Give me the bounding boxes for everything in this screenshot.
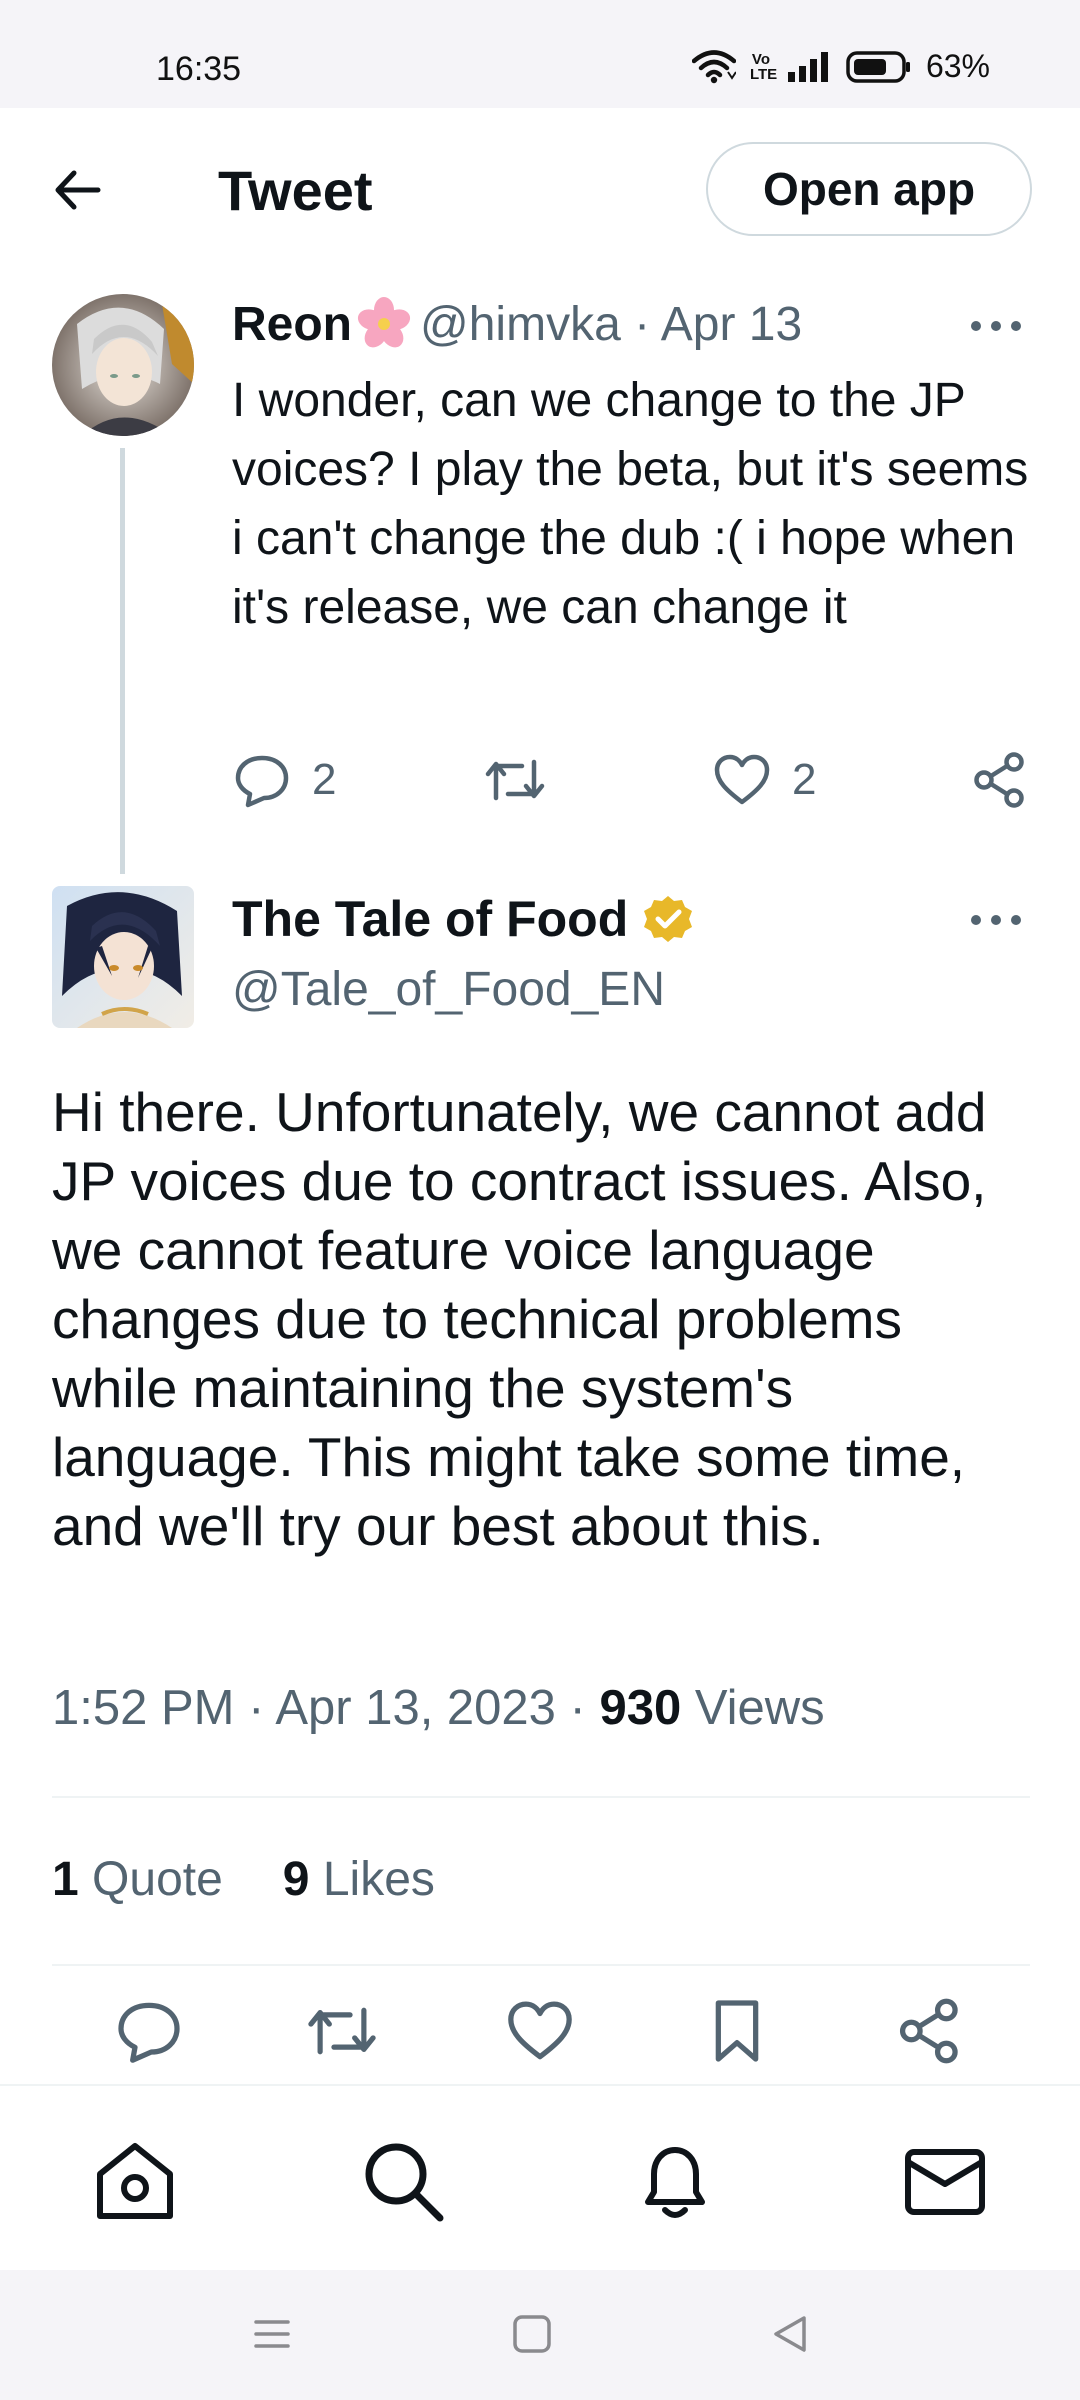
home-system-button[interactable] (510, 2312, 554, 2361)
divider (52, 1796, 1030, 1798)
back-arrow-icon (55, 170, 101, 210)
avatar[interactable] (52, 294, 194, 436)
tweet-timestamp[interactable]: 1:52 PM · Apr 13, 2023 · (52, 1681, 599, 1735)
more-options-button[interactable] (966, 306, 1026, 346)
menu-lines-icon (254, 2320, 290, 2348)
nav-search[interactable] (360, 2138, 446, 2229)
volte-icon: Vo LTE (749, 50, 778, 83)
avatar[interactable] (52, 886, 194, 1028)
messages-icon (905, 2149, 985, 2215)
parent-tweet-text: I wonder, can we change to the JP voices… (232, 374, 1029, 634)
reon-avatar-image (52, 294, 194, 436)
page-title: Tweet (218, 159, 373, 222)
bookmark-icon (715, 2000, 759, 2062)
main-author-handle[interactable]: @Tale_of_Food_EN (232, 962, 665, 1017)
retweet-button[interactable] (482, 750, 548, 810)
nav-messages[interactable] (902, 2138, 988, 2229)
share-icon (899, 1998, 958, 2064)
divider (52, 1964, 1030, 1966)
more-options-button[interactable] (966, 900, 1026, 940)
parent-handle-date[interactable]: @himvka · Apr 13 (420, 297, 802, 352)
like-count: 2 (792, 755, 817, 804)
more-icon (971, 915, 1021, 925)
main-tweet-text: Hi there. Unfortunately, we cannot add J… (52, 1081, 987, 1557)
reply-count: 2 (312, 755, 337, 804)
notifications-icon (645, 2147, 705, 2218)
tale-of-food-avatar-image (52, 886, 194, 1028)
status-time: 16:35 (156, 50, 242, 88)
views-label: Views (681, 1681, 825, 1735)
signal-icon (787, 51, 828, 82)
retweet-button[interactable] (304, 1996, 380, 2071)
share-button[interactable] (970, 750, 1030, 810)
system-navigation-bar (0, 2270, 1080, 2400)
share-button[interactable] (895, 1996, 965, 2071)
verified-badge-icon (644, 896, 693, 942)
share-icon (974, 752, 1024, 808)
cherry-blossom-emoji (357, 297, 411, 348)
parent-tweet-header: Reon @himvka · Apr 13 (232, 296, 802, 352)
reply-icon (118, 2002, 180, 2063)
battery-percent: 63% (925, 48, 990, 84)
main-tweet-actions (0, 1996, 1080, 2076)
heart-icon (508, 2001, 572, 2060)
parent-author-name[interactable]: Reon (232, 297, 352, 352)
retweet-icon (308, 2007, 376, 2055)
likes-stat[interactable]: 9 Likes (283, 1852, 435, 1907)
nav-notifications[interactable] (632, 2138, 718, 2229)
reply-button[interactable] (114, 1996, 184, 2071)
open-app-button[interactable]: Open app (706, 142, 1032, 236)
like-button[interactable]: 2 (712, 750, 816, 810)
main-author-name[interactable]: The Tale of Food (232, 890, 628, 948)
bottom-navigation (0, 2084, 1080, 2270)
tweet-stats: 1 Quote 9 Likes (52, 1852, 435, 1907)
search-icon (365, 2143, 444, 2222)
battery-icon (846, 50, 910, 83)
back-triangle-icon (774, 2316, 806, 2352)
like-button[interactable] (505, 1996, 575, 2071)
back-system-button[interactable] (768, 2312, 812, 2361)
wifi-icon (691, 49, 736, 83)
heart-icon (714, 754, 770, 805)
more-icon (971, 321, 1021, 331)
status-icons: Vo LTE 63% (691, 48, 990, 85)
thread-line (120, 448, 125, 874)
views-count: 930 (599, 1681, 682, 1735)
parent-tweet-actions: 2 2 (232, 750, 1032, 820)
status-bar: 16:35 Vo LTE 63% (0, 0, 1080, 108)
bookmark-button[interactable] (702, 1996, 772, 2071)
nav-home[interactable] (92, 2138, 178, 2229)
tweet-timestamp-views: 1:52 PM · Apr 13, 2023 · 930 Views (52, 1680, 825, 1736)
home-icon (97, 2143, 173, 2219)
square-icon (513, 2315, 551, 2353)
reply-icon (235, 755, 289, 808)
quotes-stat[interactable]: 1 Quote (52, 1852, 223, 1907)
back-button[interactable] (48, 160, 108, 220)
top-header: Tweet Open app (0, 108, 1080, 268)
reply-button[interactable]: 2 (232, 750, 336, 810)
retweet-icon (485, 759, 545, 801)
main-author-name-row: The Tale of Food (232, 890, 694, 948)
recents-button[interactable] (250, 2312, 294, 2361)
